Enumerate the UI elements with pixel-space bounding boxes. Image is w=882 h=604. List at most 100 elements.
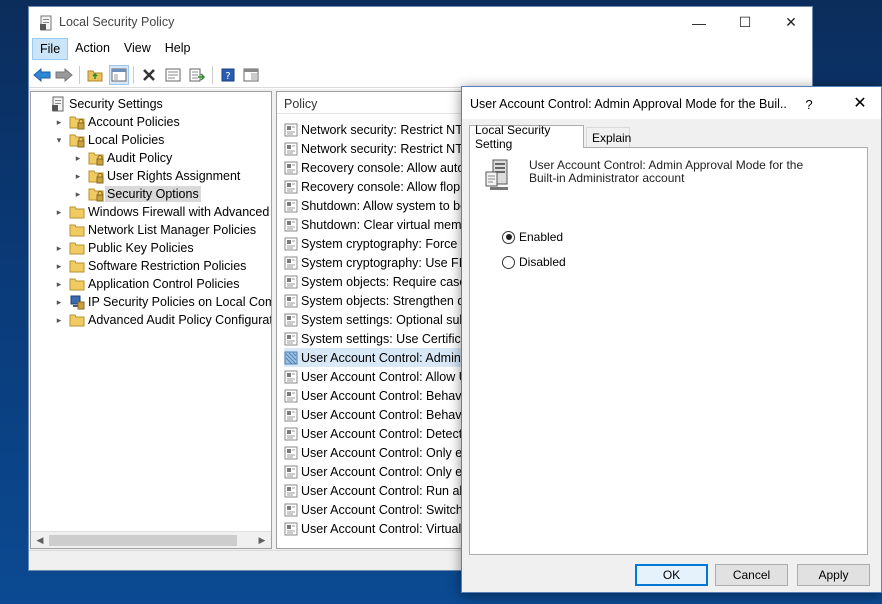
title-bar[interactable]: Local Security Policy — ☐ ✕ [29, 7, 812, 38]
window-title: Local Security Policy [59, 15, 175, 29]
tree-horizontal-scrollbar[interactable]: ◀ ▶ [31, 531, 271, 548]
policy-list-item[interactable]: Shutdown: Clear virtual memo [284, 215, 468, 234]
tree-item[interactable]: ▸ Security Options [72, 185, 201, 203]
scroll-right-icon[interactable]: ▶ [254, 533, 270, 548]
chevron-right-icon[interactable]: ▸ [53, 203, 65, 221]
chevron-down-icon[interactable]: ▾ [53, 131, 65, 149]
policy-item-icon [284, 218, 298, 232]
tree-item[interactable]: ▸ Windows Firewall with Advanced Secu [53, 203, 271, 221]
policy-list-item[interactable]: System settings: Optional subs [284, 310, 473, 329]
menu-file[interactable]: File [32, 38, 69, 60]
tab-explain[interactable]: Explain [586, 127, 631, 147]
policy-list-item[interactable]: User Account Control: Run all a [284, 481, 475, 500]
policy-list-item[interactable]: User Account Control: Virtualiz [284, 519, 470, 538]
tree-item-label: IP Security Policies on Local Compute [88, 295, 271, 309]
minimize-icon: — [692, 14, 706, 31]
policy-item-label: User Account Control: Detect a [301, 426, 473, 441]
console-tree[interactable]: ◀ ▶ Security Settings ▸ Account Policies ▾ L… [30, 91, 272, 549]
chevron-right-icon[interactable]: ▸ [53, 257, 65, 275]
console-view-button[interactable] [241, 65, 261, 85]
policy-list-item[interactable]: User Account Control: Only ele [284, 462, 472, 481]
tree-item[interactable]: ▸ Software Restriction Policies [53, 257, 247, 275]
policy-list-item[interactable]: Network security: Restrict NTLM [284, 139, 480, 158]
chevron-right-icon[interactable]: ▸ [53, 239, 65, 257]
policy-list-item[interactable]: User Account Control: Admin A [284, 348, 472, 367]
tree-item[interactable]: ▸ Application Control Policies [53, 275, 240, 293]
chevron-right-icon[interactable]: ▸ [53, 311, 65, 329]
tree-item[interactable]: Network List Manager Policies [53, 221, 256, 239]
help-icon: ? [221, 68, 235, 82]
delete-button[interactable] [139, 65, 159, 85]
policy-list-item[interactable]: User Account Control: Behavio [284, 386, 471, 405]
svg-text:?: ? [225, 71, 230, 82]
help-question-icon: ? [805, 96, 813, 112]
policy-item-icon [284, 389, 298, 403]
tree-item[interactable]: ▸ Advanced Audit Policy Configuration [53, 311, 271, 329]
folder-icon [69, 222, 85, 238]
policy-list-item[interactable]: Shutdown: Allow system to be [284, 196, 467, 215]
chevron-right-icon[interactable]: ▸ [72, 149, 84, 167]
policy-list-item[interactable]: User Account Control: Detect a [284, 424, 473, 443]
policy-list-item[interactable]: System objects: Require case in [284, 272, 480, 291]
close-button[interactable]: ✕ [768, 7, 812, 38]
policy-list-item[interactable]: User Account Control: Allow U [284, 367, 468, 386]
scrollbar-thumb[interactable] [49, 535, 237, 546]
maximize-button[interactable]: ☐ [722, 7, 768, 38]
show-hide-tree-button[interactable] [109, 65, 129, 85]
policy-list-item[interactable]: User Account Control: Switch t [284, 500, 470, 519]
apply-button[interactable]: Apply [797, 564, 870, 586]
enabled-option[interactable]: Enabled [502, 230, 563, 244]
properties-button[interactable] [163, 65, 183, 85]
dialog-title-bar[interactable]: User Account Control: Admin Approval Mod… [462, 87, 881, 119]
chevron-right-icon[interactable]: ▸ [53, 113, 65, 131]
back-button[interactable] [32, 65, 52, 85]
tree-item[interactable]: ▸ Audit Policy [72, 149, 172, 167]
forward-button[interactable] [54, 65, 74, 85]
policy-item-label: Shutdown: Clear virtual memo [301, 217, 469, 232]
export-list-button[interactable] [187, 65, 207, 85]
tree-item[interactable]: ▾ Local Policies [53, 131, 164, 149]
cancel-button[interactable]: Cancel [715, 564, 788, 586]
tree-item-label: Security Options [105, 186, 201, 202]
dialog-help-button[interactable]: ? [798, 94, 820, 114]
menu-action[interactable]: Action [68, 38, 117, 60]
up-one-level-button[interactable] [85, 65, 105, 85]
tree-item[interactable]: ▸ IP Security Policies on Local Compute [53, 293, 271, 311]
disabled-option[interactable]: Disabled [502, 255, 566, 269]
policy-list-item[interactable]: Recovery console: Allow floppy [284, 177, 473, 196]
chevron-right-icon[interactable]: ▸ [72, 185, 84, 203]
console-view-icon [243, 68, 259, 82]
policy-item-label: System cryptography: Use FIPS [301, 255, 479, 270]
menu-view[interactable]: View [117, 38, 158, 60]
policy-list-item[interactable]: User Account Control: Only ele [284, 443, 472, 462]
policy-item-label: User Account Control: Allow U [301, 369, 468, 384]
tree-item[interactable]: ▸ Account Policies [53, 113, 180, 131]
policy-list-item[interactable]: Recovery console: Allow autom [284, 158, 475, 177]
help-button[interactable]: ? [218, 65, 238, 85]
policy-list-item[interactable]: System settings: Use Certificate [284, 329, 478, 348]
policy-list-item[interactable]: System cryptography: Force str [284, 234, 475, 253]
policy-list-item[interactable]: System objects: Strengthen def [284, 291, 475, 310]
tree-item[interactable]: Security Settings [34, 95, 163, 113]
ok-button[interactable]: OK [635, 564, 708, 586]
enabled-radio[interactable] [502, 230, 515, 244]
minimize-button[interactable]: — [676, 7, 722, 38]
policy-list-item[interactable]: Network security: Restrict NTLM [284, 120, 480, 139]
tab-local-security-setting[interactable]: Local Security Setting [469, 123, 584, 151]
policy-list-item[interactable]: User Account Control: Behavio [284, 405, 471, 424]
disabled-radio[interactable] [502, 255, 515, 269]
policy-item-icon [284, 522, 298, 536]
menu-help[interactable]: Help [158, 38, 198, 60]
tree-item[interactable]: ▸ User Rights Assignment [72, 167, 240, 185]
dialog-close-button[interactable]: ✕ [838, 87, 882, 119]
scroll-left-icon[interactable]: ◀ [32, 533, 48, 548]
policy-item-icon [284, 503, 298, 517]
chevron-right-icon[interactable]: ▸ [53, 275, 65, 293]
policy-item-icon [284, 161, 298, 175]
tree-item[interactable]: ▸ Public Key Policies [53, 239, 194, 257]
chevron-right-icon[interactable]: ▸ [72, 167, 84, 185]
policy-item-label: Network security: Restrict NTLM [301, 141, 481, 156]
tree-item-label: Local Policies [88, 133, 165, 147]
chevron-right-icon[interactable]: ▸ [53, 293, 65, 311]
policy-list-item[interactable]: System cryptography: Use FIPS [284, 253, 479, 272]
